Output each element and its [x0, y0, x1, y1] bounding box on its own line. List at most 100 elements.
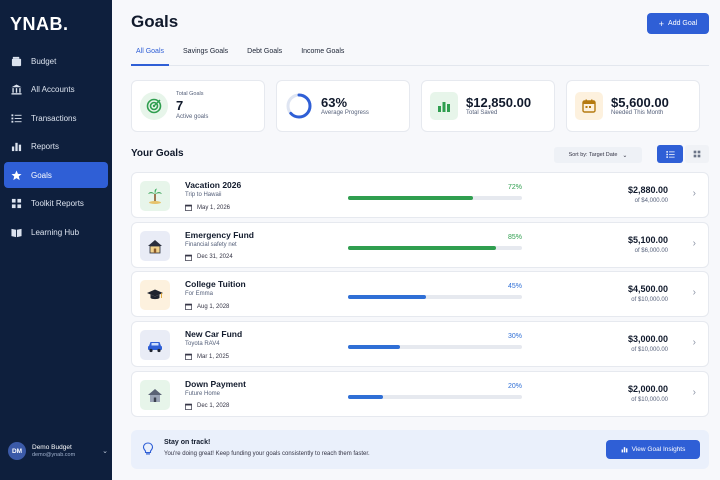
calendar-icon: [575, 92, 603, 120]
tab-income-goals[interactable]: Income Goals: [296, 44, 349, 66]
goal-name: Emergency Fund: [185, 229, 254, 240]
sidebar-item-label: Budget: [31, 56, 57, 66]
banner-text: You're doing great! Keep funding your go…: [164, 451, 370, 457]
car-icon: [140, 330, 170, 361]
sidebar-item-budget[interactable]: Budget: [4, 48, 108, 74]
sidebar-item-all-accounts[interactable]: All Accounts: [4, 77, 108, 103]
goal-progress-fill: [348, 295, 427, 300]
goal-amount: $2,000.00: [627, 383, 668, 394]
goal-percent: 30%: [507, 333, 522, 341]
goal-percent: 72%: [507, 184, 522, 191]
chevron-right-icon[interactable]: ›: [693, 387, 696, 398]
sidebar-item-toolkit-reports[interactable]: Toolkit Reports: [4, 191, 108, 217]
bar-chart-icon: [10, 141, 22, 153]
goal-amount: $5,100.00: [627, 234, 668, 245]
sidebar-item-transactions[interactable]: Transactions: [4, 105, 108, 131]
stat-card-total-goals: Total Goals 7 Active goals: [131, 80, 265, 132]
tab-savings-goals[interactable]: Savings Goals: [178, 44, 233, 66]
goal-row-new-car-fund[interactable]: New Car Fund Toyota RAV4 Mar 1, 2025 30%…: [131, 321, 709, 368]
stat-label: Average Progress: [321, 110, 369, 117]
chevron-right-icon[interactable]: ›: [693, 188, 696, 199]
view-goal-insights-button[interactable]: View Goal Insights: [606, 440, 700, 459]
user-email: demo@ynab.com: [32, 451, 76, 458]
goal-list: Vacation 2026 Trip to Hawaii May 1, 2026…: [131, 172, 709, 420]
goal-name: College Tuition: [185, 279, 246, 290]
avatar: DM: [8, 442, 26, 460]
goal-description: Financial safety net: [185, 241, 237, 248]
goal-progress-fill: [348, 196, 474, 200]
user-name: Demo Budget: [32, 443, 72, 451]
section-title: Your Goals: [131, 148, 184, 159]
sort-dropdown[interactable]: Sort by: Target Date ⌄: [554, 147, 642, 163]
target-icon: [140, 92, 168, 120]
list-icon: [10, 112, 22, 124]
goal-date: Dec 1, 2028: [185, 403, 229, 410]
chevron-right-icon[interactable]: ›: [693, 337, 696, 348]
goal-date: Dec 31, 2024: [185, 254, 233, 261]
bar-chart-icon: [430, 92, 458, 120]
goal-date-text: Aug 1, 2028: [197, 303, 230, 310]
goal-date: May 1, 2026: [185, 204, 230, 211]
sidebar-item-label: All Accounts: [31, 85, 75, 94]
goal-progress-track: [348, 196, 522, 200]
goal-date-text: Dec 31, 2024: [197, 254, 233, 261]
goal-name: New Car Fund: [185, 329, 243, 340]
goal-date-text: Dec 1, 2028: [197, 403, 230, 410]
goal-row-down-payment[interactable]: Down Payment Future Home Dec 1, 2028 20%…: [131, 370, 709, 417]
chevron-right-icon[interactable]: ›: [693, 287, 696, 298]
tip-banner: Stay on track! You're doing great! Keep …: [131, 430, 709, 469]
goal-progress-fill: [348, 245, 496, 250]
lightbulb-icon: [142, 442, 154, 455]
banner-title: Stay on track!: [164, 439, 211, 446]
goal-progress-track: [348, 394, 522, 399]
grad-cap-icon: [140, 280, 170, 311]
calendar-icon: [185, 304, 192, 311]
goal-row-vacation-2026[interactable]: Vacation 2026 Trip to Hawaii May 1, 2026…: [131, 172, 709, 218]
chevron-right-icon[interactable]: ›: [693, 238, 696, 249]
goal-date-text: May 1, 2026: [197, 204, 231, 211]
sidebar-item-reports[interactable]: Reports: [4, 134, 108, 160]
palm-tree-icon: [140, 181, 170, 211]
sidebar-nav: Budget All Accounts Transactions Reports…: [0, 48, 112, 248]
stat-top-label: Total Goals: [176, 91, 204, 98]
tab-all-goals[interactable]: All Goals: [131, 44, 170, 66]
chevron-down-icon: ⌄: [622, 152, 628, 159]
user-menu[interactable]: DM Demo Budget demo@ynab.com ⌄: [8, 442, 108, 460]
sidebar-item-label: Transactions: [31, 113, 77, 123]
goal-tabs: All Goals Savings Goals Debt Goals Incom…: [131, 44, 709, 66]
book-icon: [10, 226, 22, 238]
chevron-down-icon: ⌄: [102, 448, 108, 455]
goal-target: of $4,000.00: [634, 198, 668, 204]
stat-label: Active goals: [176, 113, 209, 120]
add-goal-button[interactable]: + Add Goal: [647, 13, 709, 34]
list-icon: [665, 150, 675, 158]
sidebar-item-learning-hub[interactable]: Learning Hub: [4, 219, 108, 245]
list-view-button[interactable]: [657, 145, 683, 163]
goal-date-text: Mar 1, 2025: [197, 353, 230, 360]
goal-description: Toyota RAV4: [185, 341, 220, 348]
stat-label: Needed This Month: [611, 110, 664, 117]
goal-description: For Emma: [185, 291, 214, 298]
goal-amount: $2,880.00: [627, 185, 668, 195]
grid-view-button[interactable]: [685, 145, 709, 163]
calendar-icon: [185, 353, 192, 360]
sidebar: YNAB. Budget All Accounts Transactions R…: [0, 0, 112, 480]
goal-row-college-tuition[interactable]: College Tuition For Emma Aug 1, 2028 45%…: [131, 271, 709, 318]
grid-icon: [693, 150, 701, 158]
tab-debt-goals[interactable]: Debt Goals: [242, 44, 287, 66]
sidebar-item-label: Goals: [31, 170, 52, 180]
calendar-icon: [185, 254, 192, 261]
stat-card-total-saved: $12,850.00 Total Saved: [421, 80, 555, 132]
stat-card-needed-this-month: $5,600.00 Needed This Month: [566, 80, 700, 132]
goal-description: Future Home: [185, 390, 221, 397]
bank-icon: [10, 84, 22, 96]
goal-progress-fill: [348, 394, 383, 399]
stat-label: Total Saved: [466, 110, 498, 117]
sidebar-item-goals[interactable]: Goals: [4, 162, 108, 188]
app-logo[interactable]: YNAB.: [10, 14, 69, 35]
house-icon: [140, 230, 170, 261]
goal-row-emergency-fund[interactable]: Emergency Fund Financial safety net Dec …: [131, 221, 709, 268]
progress-ring-icon: [285, 92, 313, 120]
goal-progress-track: [348, 295, 522, 300]
star-icon: [10, 169, 22, 181]
